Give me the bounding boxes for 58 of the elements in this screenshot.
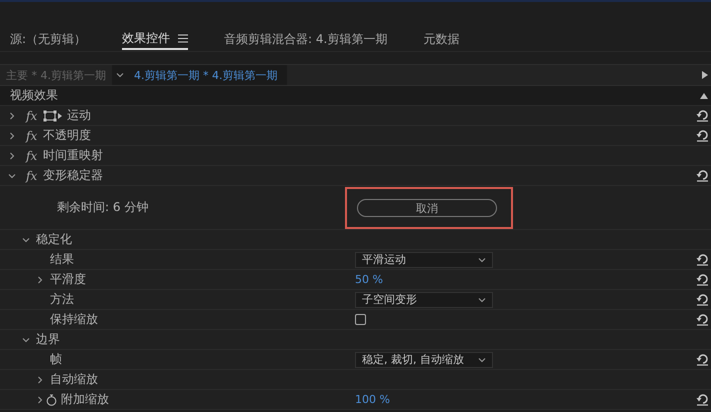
chevron-down-icon[interactable] xyxy=(22,236,30,244)
caret-icon xyxy=(478,256,486,262)
chevron-right-icon[interactable] xyxy=(36,376,44,384)
scroll-up-icon[interactable] xyxy=(700,92,708,98)
reset-icon[interactable] xyxy=(696,129,708,142)
chevron-right-icon[interactable] xyxy=(8,152,16,160)
property-label: 稳定化 xyxy=(36,231,72,248)
effect-name: 时间重映射 xyxy=(43,147,104,164)
reset-icon[interactable] xyxy=(696,109,708,122)
clip-selector[interactable]: 4.剪辑第一期 * 4.剪辑第一期 xyxy=(112,65,288,85)
checkbox[interactable] xyxy=(355,314,366,325)
time-remaining-label: 剩余时间: 6 分钟 xyxy=(57,199,148,216)
stopwatch-icon[interactable] xyxy=(46,394,57,406)
property-label: 帧 xyxy=(50,351,62,368)
fx-label[interactable]: fx xyxy=(26,128,38,142)
panel-tab[interactable]: 音频剪辑混合器: 4.剪辑第一期 xyxy=(224,28,388,50)
effect-name: 变形稳定器 xyxy=(43,167,104,184)
fx-label[interactable]: fx xyxy=(26,168,38,182)
reset-icon[interactable] xyxy=(696,293,708,306)
chevron-right-icon[interactable] xyxy=(8,112,16,120)
property-label: 平滑度 xyxy=(50,271,86,288)
property-label: 保持缩放 xyxy=(50,311,98,328)
caret-icon xyxy=(116,72,124,78)
property-label: 边界 xyxy=(36,331,60,348)
section-heading: 视频效果 xyxy=(10,87,58,104)
panel-tab[interactable]: 元数据 xyxy=(423,28,460,50)
chevron-down-icon[interactable] xyxy=(22,336,30,344)
property-label: 自动缩放 xyxy=(50,371,98,388)
fx-label[interactable]: fx xyxy=(26,108,38,122)
cancel-button[interactable]: 取消 xyxy=(357,198,497,216)
transform-icon[interactable] xyxy=(43,110,64,122)
effect-name: 不透明度 xyxy=(43,127,92,144)
panel-tab[interactable]: 效果控件 xyxy=(122,28,188,50)
chevron-down-icon[interactable] xyxy=(8,172,16,180)
fx-label[interactable]: fx xyxy=(26,148,38,162)
value-field[interactable]: 100 % xyxy=(355,393,390,406)
reset-icon[interactable] xyxy=(696,393,708,406)
property-label: 附加缩放 xyxy=(61,391,109,408)
chevron-right-icon[interactable] xyxy=(8,132,16,140)
reset-icon[interactable] xyxy=(696,169,708,182)
value-field[interactable]: 50 % xyxy=(355,273,383,286)
caret-icon xyxy=(478,356,486,362)
dropdown[interactable]: 稳定, 裁切, 自动缩放 xyxy=(355,352,493,368)
property-label: 结果 xyxy=(50,251,74,268)
reset-icon[interactable] xyxy=(696,253,708,266)
effect-name: 运动 xyxy=(67,107,92,124)
panel-tab[interactable]: 源:（无剪辑） xyxy=(10,28,86,50)
caret-icon xyxy=(478,296,486,302)
reset-icon[interactable] xyxy=(696,273,708,286)
play-triangle-icon[interactable] xyxy=(702,71,708,79)
menu-icon[interactable] xyxy=(178,34,188,42)
reset-icon[interactable] xyxy=(696,353,708,366)
dropdown[interactable]: 子空间变形 xyxy=(355,292,493,308)
property-label: 方法 xyxy=(50,291,74,308)
dropdown[interactable]: 平滑运动 xyxy=(355,252,493,268)
chevron-right-icon[interactable] xyxy=(36,396,44,404)
reset-icon[interactable] xyxy=(696,313,708,326)
chevron-right-icon[interactable] xyxy=(36,276,44,284)
